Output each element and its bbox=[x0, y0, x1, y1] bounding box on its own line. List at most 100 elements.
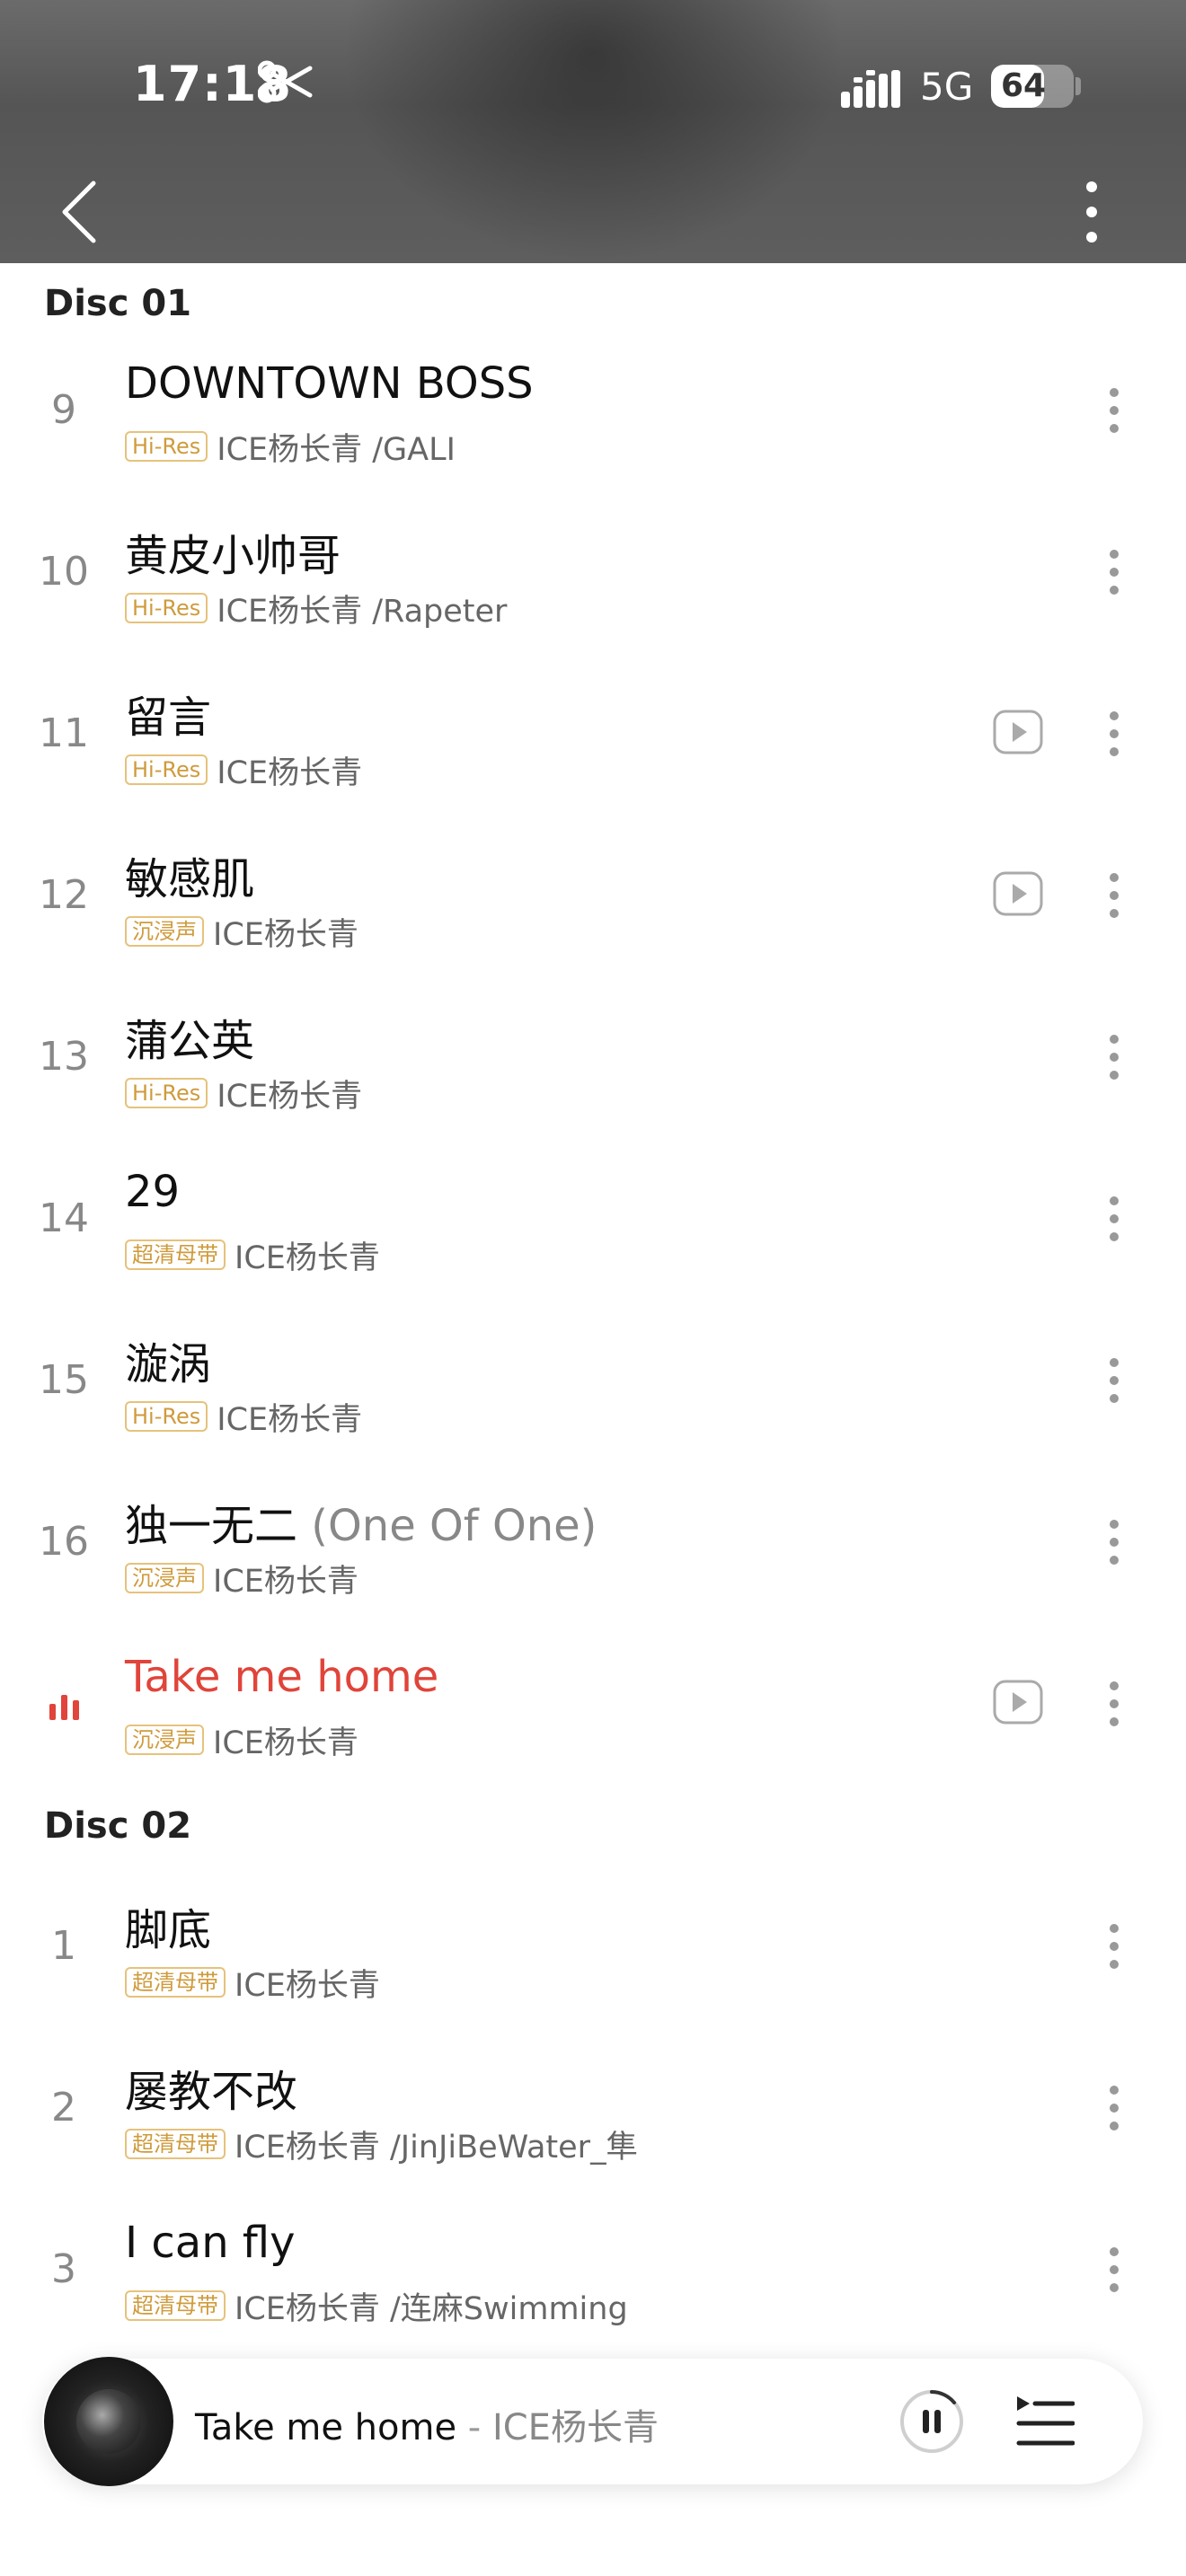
track-artists: ICE杨长青 bbox=[213, 916, 358, 953]
track-title: 留言 bbox=[125, 682, 211, 745]
more-vertical-icon[interactable] bbox=[1098, 1354, 1130, 1407]
track-meta: 超清母带 ICE杨长青 /JinJiBeWater_隼 bbox=[125, 2124, 638, 2166]
track-index: 2 bbox=[51, 2085, 76, 2130]
track-title: Take me home bbox=[125, 1652, 438, 1702]
track-title-text: 脚底 bbox=[125, 1905, 212, 1955]
track-title-text: 漩涡 bbox=[125, 1339, 212, 1389]
playlist-icon[interactable] bbox=[1015, 2393, 1075, 2450]
quality-badge: 超清母带 bbox=[125, 2290, 226, 2321]
now-playing-artist: ICE杨长青 bbox=[491, 2407, 659, 2448]
mv-play-icon[interactable] bbox=[993, 710, 1043, 754]
track-meta: 沉浸声 ICE杨长青 bbox=[125, 1720, 358, 1761]
more-vertical-icon[interactable] bbox=[1069, 178, 1114, 250]
track-title: 脚底 bbox=[125, 1894, 211, 1957]
track-title: 蒲公英 bbox=[125, 1005, 254, 1068]
more-vertical-icon[interactable] bbox=[1098, 545, 1130, 599]
more-vertical-icon[interactable] bbox=[1098, 1919, 1130, 1973]
track-title: 漩涡 bbox=[125, 1328, 211, 1391]
album-cover[interactable] bbox=[44, 2357, 173, 2486]
quality-badge: 沉浸声 bbox=[125, 916, 204, 947]
track-subtitle: (One Of One) bbox=[311, 1501, 597, 1551]
track-row[interactable]: 10 黄皮小帅哥 Hi-Res ICE杨长青 /Rapeter bbox=[0, 491, 1186, 653]
quality-badge: Hi-Res bbox=[125, 754, 208, 785]
now-playing-separator: - bbox=[467, 2407, 482, 2448]
track-title-text: I can fly bbox=[125, 2218, 296, 2268]
now-playing-title: Take me home bbox=[195, 2407, 457, 2448]
track-title: I can fly bbox=[125, 2218, 296, 2268]
track-meta: Hi-Res ICE杨长青 bbox=[125, 750, 362, 791]
track-meta: Hi-Res ICE杨长青 /GALI bbox=[125, 427, 456, 468]
disc-label: Disc 01 bbox=[44, 283, 192, 324]
track-row[interactable]: 3 I can fly 超清母带 ICE杨长青 /连麻Swimming bbox=[0, 2189, 1186, 2351]
track-index: 10 bbox=[39, 549, 89, 595]
track-row[interactable]: 12 敏感肌沉浸声 ICE杨长青 bbox=[0, 815, 1186, 976]
track-artists: ICE杨长青 /JinJiBeWater_隼 bbox=[235, 2129, 638, 2166]
track-artists: ICE杨长青 bbox=[235, 1967, 380, 2004]
track-title-text: DOWNTOWN BOSS bbox=[125, 358, 534, 409]
signal-icon bbox=[841, 70, 900, 108]
quality-badge: Hi-Res bbox=[125, 1078, 208, 1108]
track-artists: ICE杨长青 bbox=[235, 1239, 380, 1276]
more-vertical-icon[interactable] bbox=[1098, 1677, 1130, 1731]
battery-cap bbox=[1075, 77, 1081, 95]
track-title: 屡教不改 bbox=[125, 2056, 297, 2119]
more-vertical-icon[interactable] bbox=[1098, 1030, 1130, 1084]
track-meta: Hi-Res ICE杨长青 /Rapeter bbox=[125, 588, 508, 630]
track-meta: 超清母带 ICE杨长青 /连麻Swimming bbox=[125, 2286, 628, 2327]
track-index: 15 bbox=[39, 1357, 89, 1403]
battery-level: 64 bbox=[1000, 67, 1047, 104]
track-artists: ICE杨长青 bbox=[217, 1401, 363, 1438]
quality-badge: 沉浸声 bbox=[125, 1725, 204, 1755]
track-meta: Hi-Res ICE杨长青 bbox=[125, 1073, 363, 1115]
track-row[interactable]: 11 留言 Hi-Res ICE杨长青 bbox=[0, 653, 1186, 815]
more-vertical-icon[interactable] bbox=[1098, 2243, 1130, 2297]
track-artists: ICE杨长青 /GALI bbox=[217, 431, 456, 468]
track-row[interactable]: 2 屡教不改超清母带 ICE杨长青 /JinJiBeWater_隼 bbox=[0, 2027, 1186, 2189]
track-title: 敏感肌 bbox=[125, 843, 254, 906]
chevron-left-icon[interactable] bbox=[54, 176, 108, 248]
track-row[interactable]: 15 漩涡 Hi-Res ICE杨长青 bbox=[0, 1300, 1186, 1461]
track-row[interactable]: 14 29 超清母带 ICE杨长青 bbox=[0, 1138, 1186, 1300]
track-meta: 超清母带 ICE杨长青 bbox=[125, 1963, 380, 2004]
track-row[interactable]: 1 脚底 超清母带 ICE杨长青 bbox=[0, 1866, 1186, 2027]
track-artists: ICE杨长青 bbox=[213, 1725, 358, 1761]
track-artists: ICE杨长青 bbox=[217, 1078, 363, 1115]
scissors-icon bbox=[258, 60, 313, 103]
battery-icon: 64 bbox=[991, 65, 1074, 108]
track-title-text: 蒲公英 bbox=[125, 1016, 255, 1066]
now-playing-text: Take me home - ICE杨长青 bbox=[195, 2398, 659, 2450]
more-vertical-icon[interactable] bbox=[1098, 384, 1130, 437]
more-vertical-icon[interactable] bbox=[1098, 869, 1130, 922]
quality-badge: 超清母带 bbox=[125, 1967, 226, 1998]
more-vertical-icon[interactable] bbox=[1098, 1515, 1130, 1569]
track-index: 13 bbox=[39, 1034, 89, 1080]
track-artists: ICE杨长青 /连麻Swimming bbox=[235, 2290, 628, 2327]
track-row[interactable]: 13 蒲公英 Hi-Res ICE杨长青 bbox=[0, 976, 1186, 1138]
track-title-text: 独一无二 bbox=[125, 1501, 298, 1551]
track-title: DOWNTOWN BOSS bbox=[125, 358, 534, 409]
track-title: 独一无二 (One Of One) bbox=[125, 1490, 597, 1553]
mini-player[interactable]: Take me home - ICE杨长青 bbox=[42, 2357, 1143, 2486]
quality-badge: Hi-Res bbox=[125, 593, 208, 623]
pause-icon[interactable] bbox=[898, 2388, 965, 2455]
quality-badge: 超清母带 bbox=[125, 2129, 226, 2159]
more-vertical-icon[interactable] bbox=[1098, 707, 1130, 761]
mv-play-icon[interactable] bbox=[993, 1680, 1043, 1725]
header: 17:18 5G 64 bbox=[0, 0, 1186, 263]
track-row[interactable]: 16 独一无二 (One Of One) 沉浸声 ICE杨长青 bbox=[0, 1461, 1186, 1623]
track-title: 黄皮小帅哥 bbox=[125, 520, 341, 583]
more-vertical-icon[interactable] bbox=[1098, 2081, 1130, 2135]
track-index: 14 bbox=[39, 1195, 89, 1241]
track-artists: ICE杨长青 /Rapeter bbox=[217, 593, 508, 630]
track-row[interactable]: Take me home 沉浸声 ICE杨长青 bbox=[0, 1623, 1186, 1785]
track-title-text: 黄皮小帅哥 bbox=[125, 531, 341, 581]
quality-badge: 沉浸声 bbox=[125, 1563, 204, 1593]
track-meta: Hi-Res ICE杨长青 bbox=[125, 1397, 362, 1438]
quality-badge: Hi-Res bbox=[125, 1401, 208, 1432]
more-vertical-icon[interactable] bbox=[1098, 1192, 1130, 1246]
quality-badge: 超清母带 bbox=[125, 1239, 226, 1270]
track-row[interactable]: 9 DOWNTOWN BOSS Hi-Res ICE杨长青 /GALI bbox=[0, 330, 1186, 491]
track-index: 12 bbox=[39, 872, 89, 918]
track-title-text: 留言 bbox=[125, 693, 212, 743]
mv-play-icon[interactable] bbox=[993, 871, 1043, 916]
